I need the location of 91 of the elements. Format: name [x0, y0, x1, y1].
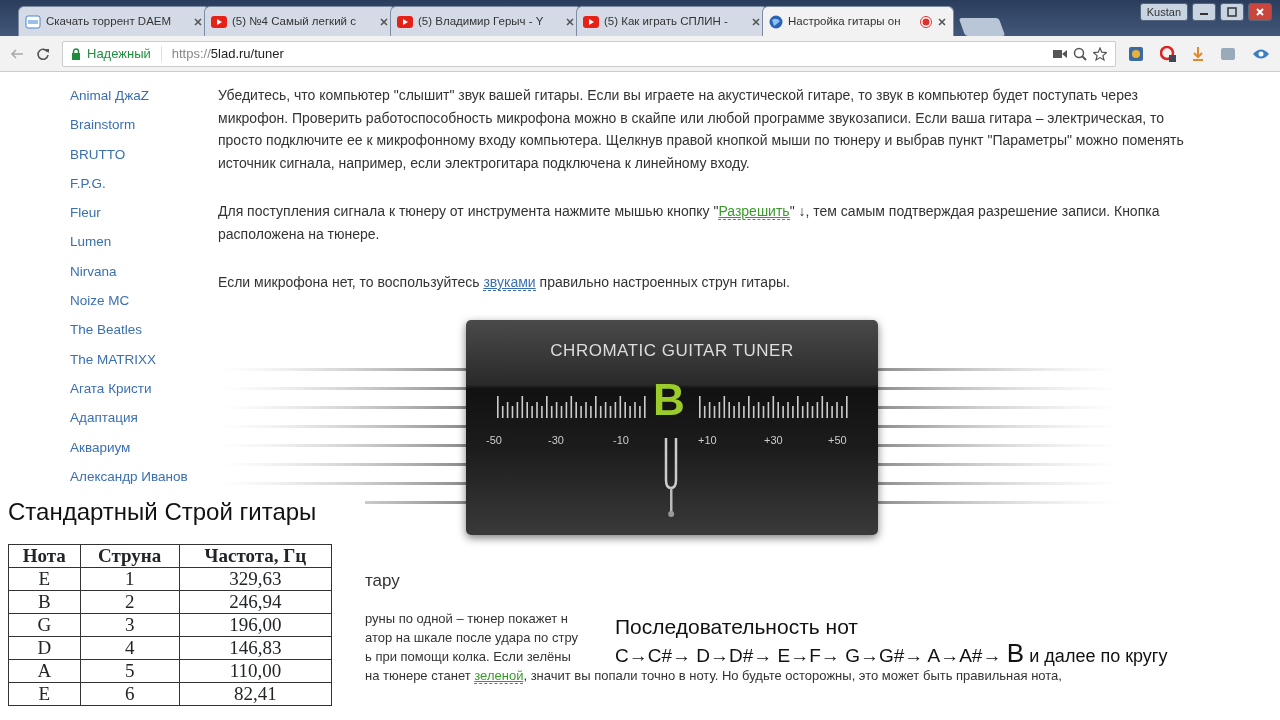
text-line: на тюнере станет зеленой, значит вы попали точно в ноту. Но будьте осторожны, это может быть правильная нота, — [365, 667, 1062, 685]
close-icon[interactable] — [193, 16, 203, 27]
paragraph: Для поступления сигнала к тюнеру от инструмента нажмите мышью кнопку "Разрешить" ↓, тем самым подтверждая разрешение записи. Кнопка расположена на тюнере. — [218, 202, 1161, 244]
note-display: B — [653, 377, 685, 422]
section-heading: тару — [365, 569, 400, 592]
table-cell: 196,00 — [179, 613, 332, 637]
address-bar[interactable]: Надежный https://5lad.ru/tuner — [62, 40, 1116, 67]
tab-title: (5) Владимир Герыч - Y — [418, 13, 545, 29]
scale-label: +50 — [828, 432, 847, 448]
video-play-icon — [211, 15, 227, 28]
table-cell: 5 — [80, 659, 180, 683]
video-play-icon — [397, 15, 413, 28]
extension-icon[interactable] — [1160, 45, 1176, 62]
sidebar-link[interactable]: Агата Кристи — [70, 378, 218, 409]
scale-label: -50 — [486, 432, 502, 448]
paragraph: Убедитесь, что компьютер "слышит" звук вашей гитары. Если вы играете на акустической гитаре, то звук в компьютер будет поступать через микрофон. Проверить работоспособность микрофона можно в скайпе или любой программе звукозаписи. Если ваша гитара – электрическая, то просто подключите ее к микрофонному входу компьютера. Щелкнув правой кнопкой мыши по тюнеру и выбрав пункт "Параметры" можно поменять источник сигнала, например, если электрогитара подключена к линейному входу. — [218, 86, 1185, 173]
close-button[interactable] — [1248, 3, 1272, 21]
sidebar-link[interactable]: Nirvana — [70, 261, 218, 292]
scale-label: +10 — [698, 432, 717, 448]
table-cell: E — [8, 567, 81, 591]
sidebar-link[interactable]: Александр Иванов — [70, 466, 218, 497]
camera-icon[interactable] — [1053, 48, 1067, 59]
sidebar-link[interactable]: Noize MC — [70, 291, 218, 321]
zoom-icon[interactable] — [1073, 46, 1087, 61]
text-line: ь при помощи колка. Если зелёны — [365, 648, 571, 666]
inline-link[interactable]: Разрешить — [718, 203, 790, 220]
inline-link[interactable]: звуками — [483, 274, 536, 291]
overlay-title: Стандартный Строй гитары — [8, 497, 318, 527]
table-cell: 82,41 — [179, 682, 332, 706]
sidebar-link[interactable]: Animal ДжаZ — [70, 86, 218, 116]
minimize-button[interactable] — [1192, 3, 1216, 21]
star-icon[interactable] — [1093, 46, 1107, 61]
sidebar-link[interactable]: Аквариум — [70, 437, 218, 467]
close-icon[interactable] — [565, 16, 575, 27]
tuner-panel[interactable]: CHROMATIC GUITAR TUNER B -50 -30 -10 +10 +30 +50 — [466, 319, 878, 535]
column-header: Частота, Гц — [179, 544, 332, 568]
tab-title: (5) Как играть СПЛИН - — [604, 13, 729, 29]
table-cell: 110,00 — [179, 659, 332, 683]
security-label: Надежный — [87, 44, 151, 63]
overlay-title: Последовательность нот — [615, 615, 858, 639]
sidebar-link[interactable]: Brainstorm — [70, 115, 218, 145]
table-cell: 246,94 — [179, 590, 332, 614]
table-cell: D — [8, 636, 81, 660]
column-header: Струна — [80, 544, 180, 568]
url-text: https://5lad.ru/tuner — [171, 44, 284, 63]
table-cell: 329,63 — [179, 567, 332, 591]
sidebar-link[interactable]: Fleur — [70, 203, 218, 233]
table-cell: 146,83 — [179, 636, 332, 660]
close-icon — [1255, 7, 1265, 17]
tab-title: Настройка гитары он — [788, 13, 902, 29]
column-header: Нота — [8, 544, 81, 568]
table-cell: A — [8, 659, 81, 683]
tab-title: Скачать торрент DAEM — [46, 13, 173, 29]
text-line: атор на шкале после удара по стру — [365, 629, 578, 647]
table-cell: 1 — [80, 567, 180, 591]
scale-label: +30 — [764, 432, 783, 448]
table-cell: 6 — [80, 682, 180, 706]
sidebar-link[interactable]: The Beatles — [70, 320, 218, 350]
video-play-icon — [583, 15, 599, 28]
globe-icon — [769, 14, 783, 29]
tuner-title: CHROMATIC GUITAR TUNER — [549, 339, 795, 362]
extension-icon[interactable] — [1128, 45, 1144, 62]
browser-tab[interactable]: Настройка гитары он — [762, 6, 954, 36]
table-cell: G — [8, 613, 81, 637]
sidebar-link[interactable]: The MATRIXX — [70, 349, 218, 379]
lock-icon — [71, 47, 81, 60]
new-tab-button[interactable] — [958, 18, 1006, 36]
paragraph: Если микрофона нет, то воспользуйтесь звуками правильно настроенных струн гитары. — [218, 273, 791, 293]
sidebar-link[interactable]: Адаптация — [70, 408, 218, 438]
tuning-fork-icon — [664, 437, 678, 518]
table-cell: 3 — [80, 613, 180, 637]
sidebar-link[interactable]: BRUTTO — [70, 144, 218, 174]
close-icon[interactable] — [379, 16, 389, 27]
scale-label: -10 — [613, 432, 629, 448]
table-cell: E — [8, 682, 81, 706]
tab-title: (5) №4 Самый легкий с — [232, 13, 357, 29]
maximize-icon — [1227, 7, 1237, 17]
table-cell: 4 — [80, 636, 180, 660]
text-line: руны по одной – тюнер покажет н — [365, 610, 568, 628]
maximize-button[interactable] — [1220, 3, 1244, 21]
profile-button[interactable]: Kustan — [1139, 3, 1188, 21]
sidebar-link[interactable]: Lumen — [70, 232, 218, 262]
scale-label: -30 — [548, 432, 564, 448]
close-icon[interactable] — [751, 16, 761, 27]
note-sequence: C→C#→ D→D#→ E→F→ G→G#→ A→A#→ B и далее по кругу — [615, 639, 1168, 670]
close-icon[interactable] — [937, 16, 947, 27]
table-cell: 2 — [80, 590, 180, 614]
table-cell: B — [8, 590, 81, 614]
site-favicon-icon — [25, 14, 41, 29]
reload-icon[interactable] — [36, 46, 50, 61]
sidebar-link[interactable]: F.P.G. — [70, 173, 218, 204]
